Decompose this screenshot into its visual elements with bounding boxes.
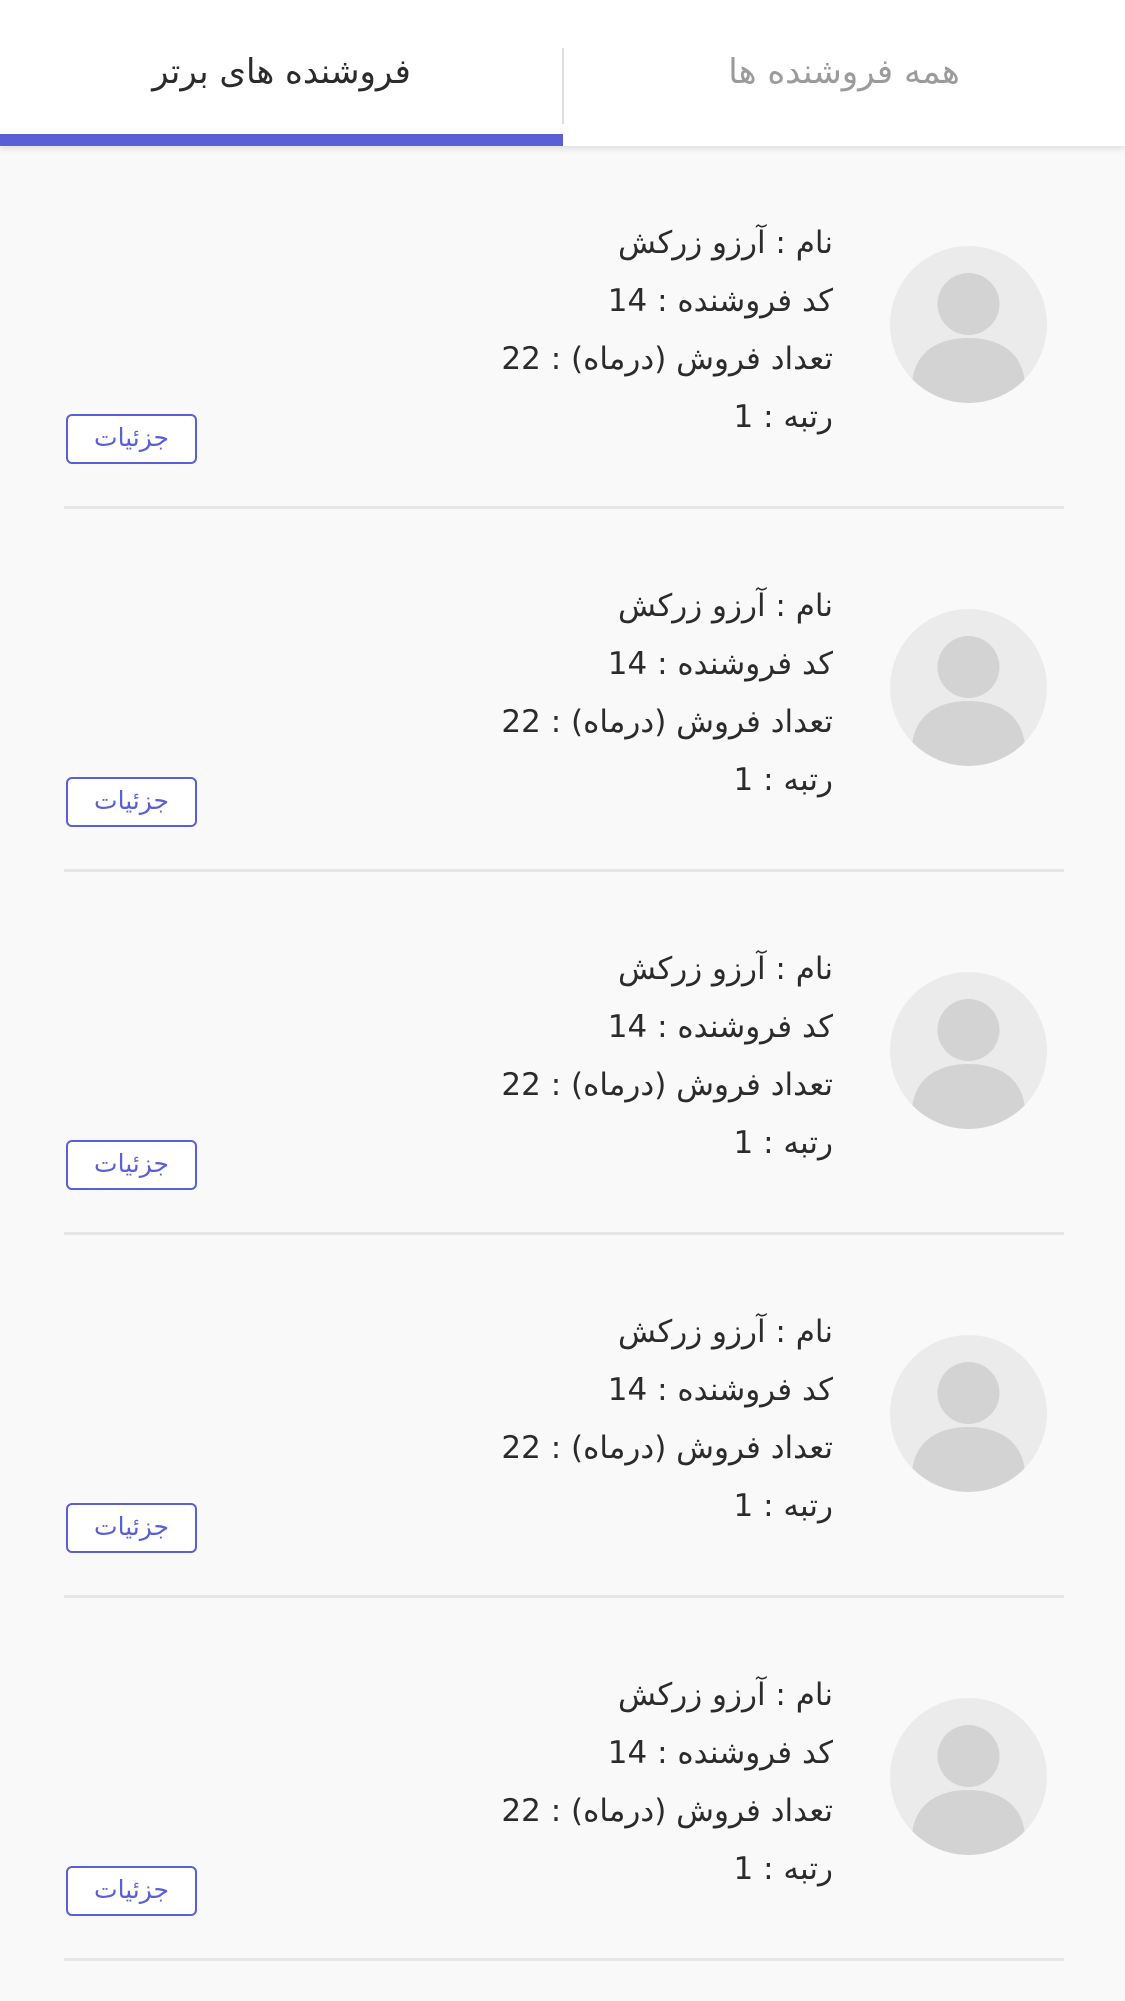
details-button[interactable]: جزئیات <box>66 414 197 464</box>
tab-all-sellers[interactable]: همه فروشنده ها <box>563 0 1125 146</box>
tab-top-sellers[interactable]: فروشنده های برتر <box>0 0 563 146</box>
seller-code: کد فروشنده : 14 <box>607 1372 833 1408</box>
seller-code: کد فروشنده : 14 <box>607 1009 833 1045</box>
user-icon <box>890 609 1047 766</box>
seller-list: نام : آرزو زرکش کد فروشنده : 14 تعداد فر… <box>0 146 1125 1961</box>
seller-monthly-sales: تعداد فروش (درماه) : 22 <box>501 341 833 377</box>
seller-name: نام : آرزو زرکش <box>617 951 833 987</box>
seller-name: نام : آرزو زرکش <box>617 1314 833 1350</box>
seller-card: نام : آرزو زرکش کد فروشنده : 14 تعداد فر… <box>0 1235 1125 1598</box>
seller-card: نام : آرزو زرکش کد فروشنده : 14 تعداد فر… <box>0 1598 1125 1961</box>
seller-monthly-sales: تعداد فروش (درماه) : 22 <box>501 704 833 740</box>
seller-info: نام : آرزو زرکش کد فروشنده : 14 تعداد فر… <box>313 1666 833 1898</box>
seller-info: نام : آرزو زرکش کد فروشنده : 14 تعداد فر… <box>313 577 833 809</box>
seller-code: کد فروشنده : 14 <box>607 646 833 682</box>
seller-monthly-sales: تعداد فروش (درماه) : 22 <box>501 1067 833 1103</box>
seller-card: نام : آرزو زرکش کد فروشنده : 14 تعداد فر… <box>0 509 1125 872</box>
seller-rank: رتبه : 1 <box>733 762 833 798</box>
seller-rank: رتبه : 1 <box>733 1851 833 1887</box>
seller-name: نام : آرزو زرکش <box>617 225 833 261</box>
details-button[interactable]: جزئیات <box>66 1503 197 1553</box>
divider <box>64 1958 1064 1961</box>
seller-card: نام : آرزو زرکش کد فروشنده : 14 تعداد فر… <box>0 146 1125 509</box>
seller-name: نام : آرزو زرکش <box>617 588 833 624</box>
tab-bar: فروشنده های برتر همه فروشنده ها <box>0 0 1125 146</box>
details-button[interactable]: جزئیات <box>66 1866 197 1916</box>
seller-name: نام : آرزو زرکش <box>617 1677 833 1713</box>
seller-monthly-sales: تعداد فروش (درماه) : 22 <box>501 1793 833 1829</box>
user-icon <box>890 246 1047 403</box>
seller-card: نام : آرزو زرکش کد فروشنده : 14 تعداد فر… <box>0 872 1125 1235</box>
user-icon <box>890 1698 1047 1855</box>
seller-rank: رتبه : 1 <box>733 1488 833 1524</box>
active-tab-indicator <box>0 134 563 146</box>
seller-rank: رتبه : 1 <box>733 399 833 435</box>
details-button[interactable]: جزئیات <box>66 1140 197 1190</box>
user-icon <box>890 972 1047 1129</box>
user-icon <box>890 1335 1047 1492</box>
seller-rank: رتبه : 1 <box>733 1125 833 1161</box>
seller-info: نام : آرزو زرکش کد فروشنده : 14 تعداد فر… <box>313 940 833 1172</box>
seller-info: نام : آرزو زرکش کد فروشنده : 14 تعداد فر… <box>313 1303 833 1535</box>
seller-code: کد فروشنده : 14 <box>607 283 833 319</box>
seller-code: کد فروشنده : 14 <box>607 1735 833 1771</box>
details-button[interactable]: جزئیات <box>66 777 197 827</box>
seller-monthly-sales: تعداد فروش (درماه) : 22 <box>501 1430 833 1466</box>
seller-info: نام : آرزو زرکش کد فروشنده : 14 تعداد فر… <box>313 214 833 446</box>
